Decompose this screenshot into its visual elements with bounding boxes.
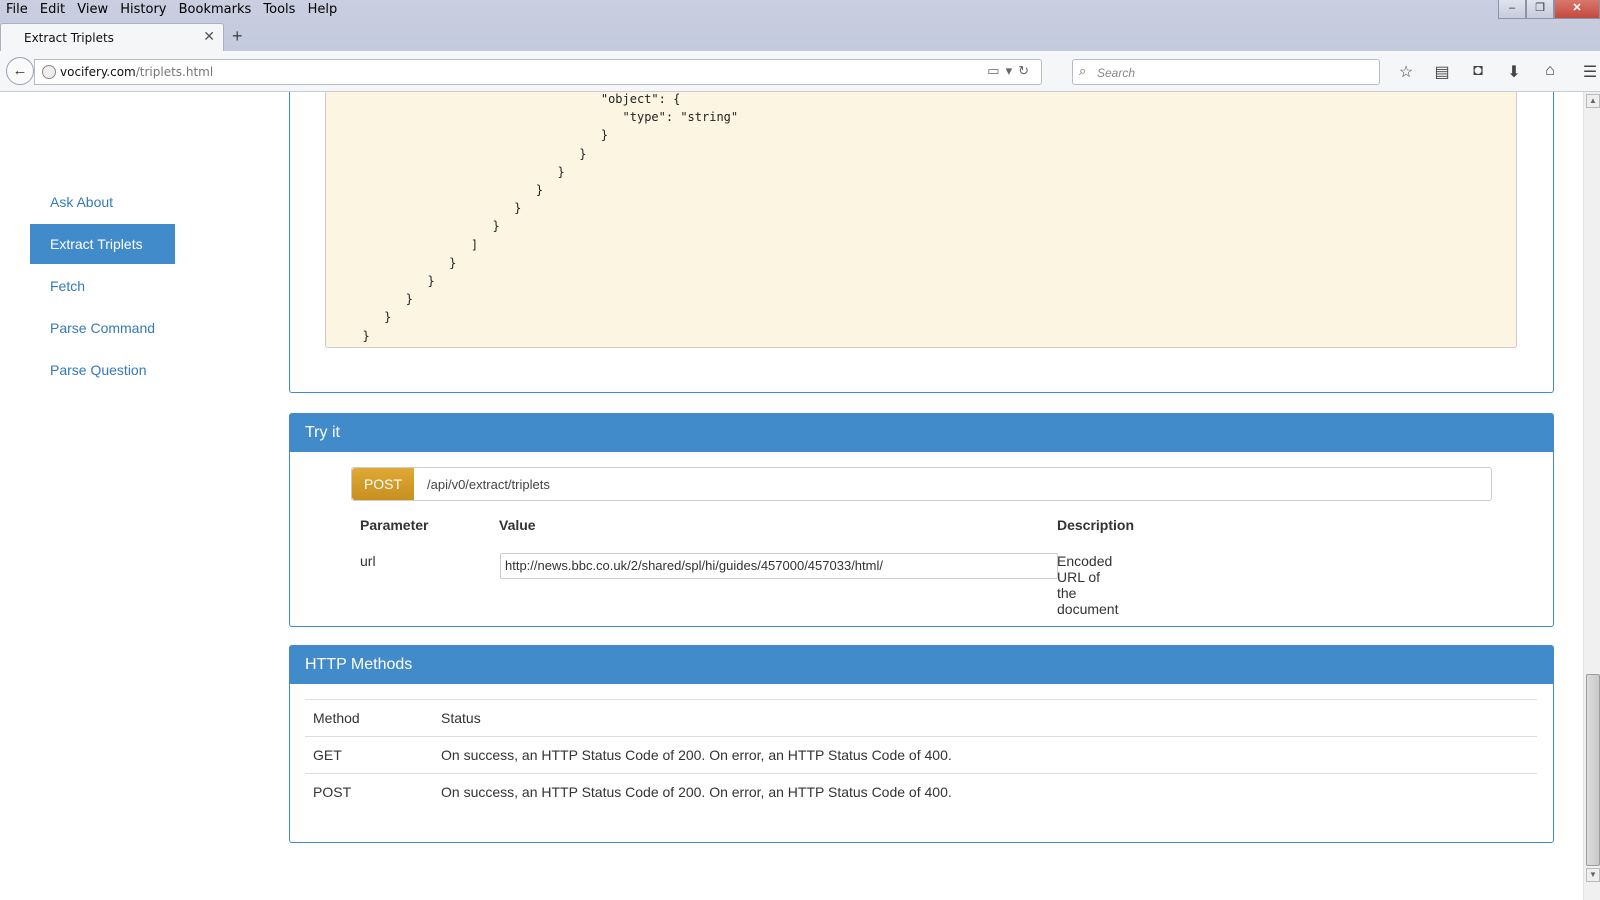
sidebar-nav: Ask About Extract Triplets Fetch Parse C… xyxy=(30,182,175,392)
tab-strip: Extract Triplets ✕ + xyxy=(0,20,1600,52)
download-icon[interactable]: ⬇ xyxy=(1496,62,1532,82)
sidebar-item-fetch[interactable]: Fetch xyxy=(30,266,175,306)
reload-icon[interactable]: ↻ xyxy=(1018,63,1035,78)
sidebar-item-ask-about[interactable]: Ask About xyxy=(30,182,175,222)
method-header: Method xyxy=(313,710,360,726)
menu-bookmarks[interactable]: Bookmarks xyxy=(175,0,256,17)
table-row: GET On success, an HTTP Status Code of 2… xyxy=(305,736,1537,773)
browser-chrome: File Edit View History Bookmarks Tools H… xyxy=(0,0,1600,92)
new-tab-icon[interactable]: + xyxy=(232,26,243,47)
back-arrow-icon[interactable]: ← xyxy=(6,57,34,85)
endpoint-path: /api/v0/extract/triplets xyxy=(427,477,550,492)
post-button[interactable]: POST xyxy=(352,468,414,500)
search-bar[interactable]: ⌕ Search xyxy=(1072,59,1380,85)
http-methods-heading: HTTP Methods xyxy=(290,646,1553,684)
status-cell: On success, an HTTP Status Code of 200. … xyxy=(441,747,952,763)
parameter-header: Parameter xyxy=(360,517,429,533)
schema-panel: "object": { "type": "string" } } } }}}… xyxy=(289,92,1554,393)
url-bar-icons: ▭▾↻ xyxy=(987,63,1035,79)
reader-view-icon[interactable]: ▭ xyxy=(987,63,1005,78)
menu-tools[interactable]: Tools xyxy=(259,0,299,17)
toolbar-icons: ☆ ▤ ◘ ⬇ ⌂ ☰ xyxy=(1388,62,1600,82)
value-header: Value xyxy=(499,517,536,533)
url-value-input[interactable]: http://news.bbc.co.uk/2/shared/spl/hi/gu… xyxy=(500,553,1058,579)
method-cell: GET xyxy=(313,747,342,763)
scroll-up-icon[interactable]: ▲ xyxy=(1586,94,1600,108)
menu-view[interactable]: View xyxy=(73,0,112,17)
menu-history[interactable]: History xyxy=(116,0,170,17)
minimize-icon[interactable]: – xyxy=(1498,0,1526,19)
bookmark-star-icon[interactable]: ☆ xyxy=(1388,62,1424,82)
parameter-name: url xyxy=(360,553,376,569)
endpoint-bar: POST /api/v0/extract/triplets xyxy=(351,467,1492,501)
url-text: vocifery.com/triplets.html xyxy=(60,65,213,79)
tab-title: Extract Triplets xyxy=(24,31,114,45)
url-domain: vocifery.com xyxy=(60,65,136,79)
schema-code: "object": { "type": "string" } } } }}}… xyxy=(362,92,739,343)
home-icon[interactable]: ⌂ xyxy=(1532,62,1568,82)
tab-close-icon[interactable]: ✕ xyxy=(203,28,215,45)
try-it-panel: Try it POST /api/v0/extract/triplets Par… xyxy=(289,413,1554,627)
tab-extract-triplets[interactable]: Extract Triplets ✕ xyxy=(0,23,224,52)
menu-edit[interactable]: Edit xyxy=(36,0,69,17)
status-cell: On success, an HTTP Status Code of 200. … xyxy=(441,784,952,800)
pocket-icon[interactable]: ◘ xyxy=(1460,62,1496,82)
restore-icon[interactable]: ❐ xyxy=(1526,0,1554,19)
menu-bar: File Edit View History Bookmarks Tools H… xyxy=(0,0,1600,20)
table-header-row: Method Status xyxy=(305,699,1537,736)
http-methods-panel: HTTP Methods Method Status GET On succes… xyxy=(289,645,1554,843)
close-window-icon[interactable]: ✕ xyxy=(1554,0,1600,19)
menu-help[interactable]: Help xyxy=(304,0,342,17)
table-row: POST On success, an HTTP Status Code of … xyxy=(305,773,1537,810)
search-placeholder: Search xyxy=(1097,66,1136,80)
site-identity-icon[interactable] xyxy=(42,65,56,79)
method-cell: POST xyxy=(313,784,352,800)
vertical-scrollbar[interactable]: ▲ ▼ xyxy=(1583,92,1600,900)
sidebar-item-parse-command[interactable]: Parse Command xyxy=(30,308,175,348)
bookmarks-list-icon[interactable]: ▤ xyxy=(1424,62,1460,82)
page-content: Ask About Extract Triplets Fetch Parse C… xyxy=(0,92,1583,900)
description-header: Description xyxy=(1057,517,1135,533)
schema-code-block: "object": { "type": "string" } } } }}}… xyxy=(325,92,1517,348)
navigation-bar: ← vocifery.com/triplets.html ▭▾↻ ⌕ Searc… xyxy=(0,51,1600,92)
sidebar-item-extract-triplets[interactable]: Extract Triplets xyxy=(30,224,175,264)
try-it-heading: Try it xyxy=(290,414,1553,452)
parameter-description: Encoded URL of the document xyxy=(1057,553,1119,617)
search-icon: ⌕ xyxy=(1079,63,1087,78)
url-path: /triplets.html xyxy=(135,65,214,79)
window-controls: – ❐ ✕ xyxy=(1498,0,1600,20)
scrollbar-thumb[interactable] xyxy=(1586,674,1600,866)
dropdown-icon[interactable]: ▾ xyxy=(1006,63,1019,78)
menu-hamburger-icon[interactable]: ☰ xyxy=(1572,62,1600,82)
menu-file[interactable]: File xyxy=(2,0,32,17)
url-bar[interactable]: vocifery.com/triplets.html ▭▾↻ xyxy=(34,59,1042,85)
sidebar-item-parse-question[interactable]: Parse Question xyxy=(30,350,175,390)
http-methods-table: Method Status GET On success, an HTTP St… xyxy=(305,699,1537,810)
status-header: Status xyxy=(441,710,481,726)
scroll-down-icon[interactable]: ▼ xyxy=(1586,868,1600,882)
